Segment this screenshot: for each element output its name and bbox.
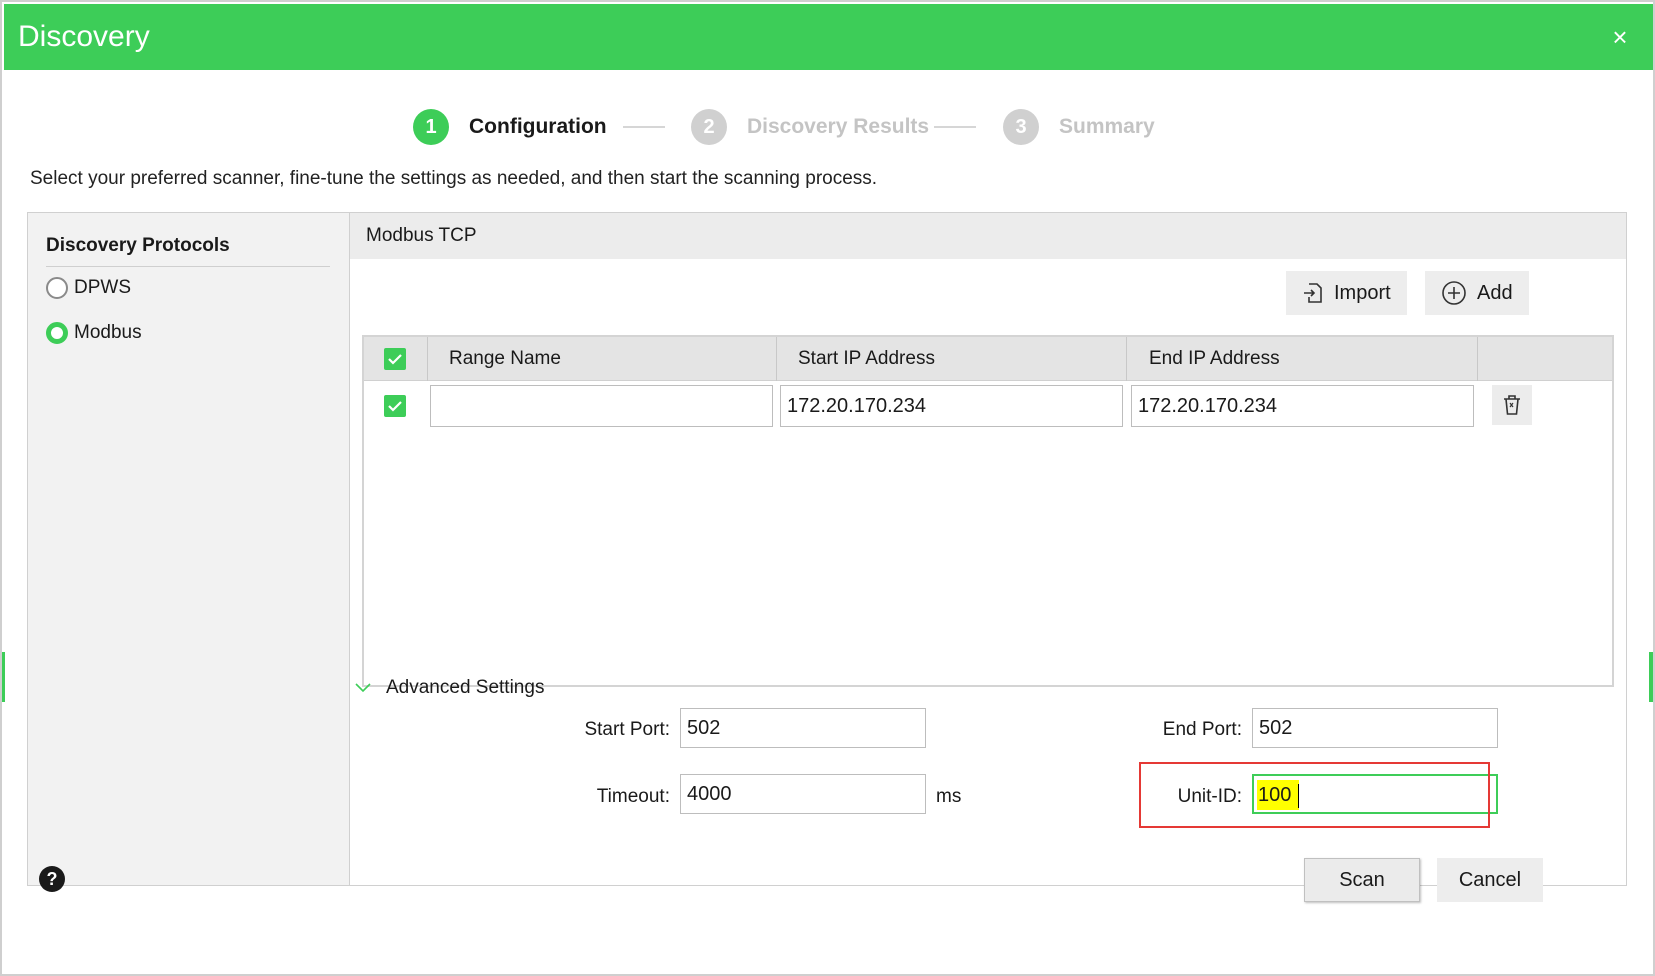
checkmark-icon — [388, 401, 402, 412]
trash-icon — [1504, 395, 1520, 415]
protocol-option-modbus[interactable]: Modbus — [46, 322, 142, 344]
import-icon — [1304, 283, 1322, 303]
radio-button-selected[interactable] — [46, 322, 68, 344]
step-label: Summary — [1059, 115, 1155, 138]
modbus-header: Modbus TCP — [350, 213, 1626, 259]
step-number: 2 — [691, 109, 727, 145]
start-ip-input[interactable] — [780, 385, 1123, 427]
background-accent-left — [2, 652, 5, 702]
end-port-input[interactable] — [1252, 708, 1498, 748]
delete-row-button[interactable] — [1492, 385, 1532, 425]
column-header-start-ip: Start IP Address — [798, 348, 935, 369]
discovery-dialog: Discovery × 1 Configuration 2 Discovery … — [0, 0, 1655, 976]
ip-range-table: Range Name Start IP Address End IP Addre… — [362, 335, 1614, 687]
step-label: Discovery Results — [747, 115, 930, 138]
step-connector — [934, 126, 976, 128]
protocols-title: Discovery Protocols — [46, 235, 230, 256]
title-bar: Discovery × — [4, 4, 1653, 70]
close-button[interactable]: × — [1605, 22, 1635, 52]
plus-circle-icon — [1442, 281, 1466, 305]
step-number: 3 — [1003, 109, 1039, 145]
add-button[interactable]: Add — [1425, 271, 1529, 315]
end-port-label: End Port: — [1162, 719, 1242, 740]
timeout-label: Timeout: — [596, 786, 670, 807]
background-accent-right — [1649, 652, 1653, 702]
step-label: Configuration — [469, 115, 607, 138]
protocol-label: Modbus — [74, 322, 142, 343]
select-all-checkbox[interactable] — [384, 348, 406, 370]
import-label: Import — [1334, 281, 1391, 304]
column-header-end-ip: End IP Address — [1149, 348, 1280, 369]
checkmark-icon — [388, 354, 402, 365]
protocols-pane: Discovery Protocols DPWS Modbus — [28, 213, 350, 885]
intro-text: Select your preferred scanner, fine-tune… — [30, 168, 878, 189]
step-summary: 3 Summary — [1003, 108, 1155, 146]
add-label: Add — [1477, 281, 1513, 304]
protocol-option-dpws[interactable]: DPWS — [46, 277, 131, 299]
protocol-label: DPWS — [74, 277, 131, 298]
table-header: Range Name Start IP Address End IP Addre… — [364, 337, 1612, 381]
modbus-header-title: Modbus TCP — [366, 225, 477, 246]
advanced-settings-label: Advanced Settings — [386, 677, 545, 698]
cancel-button[interactable]: Cancel — [1437, 858, 1543, 902]
timeout-unit: ms — [936, 786, 962, 807]
help-icon[interactable]: ? — [39, 866, 65, 892]
radio-button[interactable] — [46, 277, 68, 299]
range-name-input[interactable] — [430, 385, 773, 427]
step-number: 1 — [413, 109, 449, 145]
start-port-input[interactable] — [680, 708, 926, 748]
annotation-highlight-box — [1139, 762, 1490, 828]
chevron-down-icon — [355, 683, 371, 693]
step-connector — [623, 126, 665, 128]
import-button[interactable]: Import — [1286, 271, 1407, 315]
column-separator — [776, 337, 777, 381]
scan-button[interactable]: Scan — [1304, 858, 1420, 902]
column-separator — [1126, 337, 1127, 381]
row-checkbox[interactable] — [384, 395, 406, 417]
column-header-range-name: Range Name — [449, 348, 561, 369]
window-title: Discovery — [18, 20, 150, 53]
end-ip-input[interactable] — [1131, 385, 1474, 427]
divider — [46, 266, 330, 267]
step-discovery-results: 2 Discovery Results — [691, 108, 929, 146]
timeout-input[interactable] — [680, 774, 926, 814]
column-separator — [1477, 337, 1478, 381]
column-separator — [427, 337, 428, 381]
advanced-settings-toggle[interactable]: Advanced Settings — [354, 677, 544, 699]
step-configuration: 1 Configuration — [413, 108, 607, 146]
start-port-label: Start Port: — [584, 719, 670, 740]
